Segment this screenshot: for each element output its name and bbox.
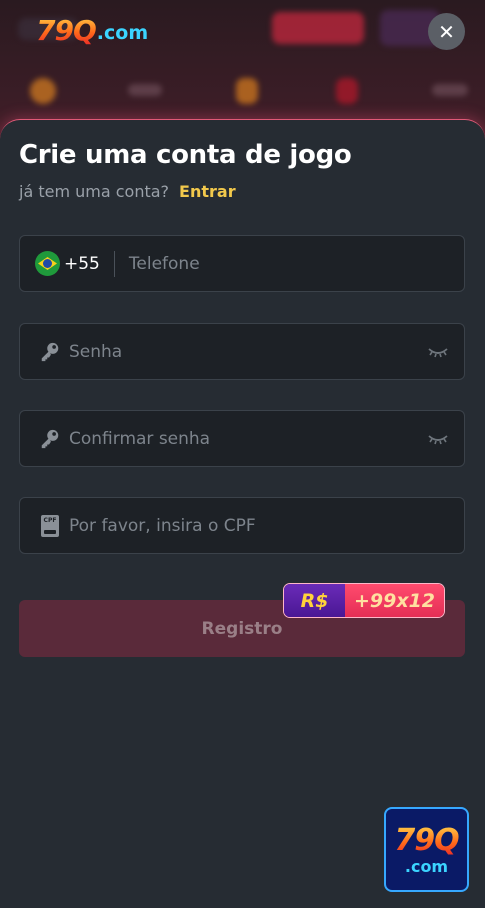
background-icon-blur [128, 84, 162, 96]
confirm-password-placeholder: Confirmar senha [69, 428, 211, 449]
background-icon-blur [30, 78, 56, 104]
close-icon: ✕ [438, 19, 455, 44]
password-field[interactable]: Senha [19, 323, 465, 380]
cpf-field[interactable]: CPF Por favor, insira o CPF [19, 497, 465, 554]
bonus-amount: +99x12 [345, 584, 444, 617]
site-logo: 79Q .com [36, 12, 166, 48]
confirm-password-field[interactable]: Confirmar senha [19, 410, 465, 467]
bonus-badge: R$ +99x12 [283, 583, 445, 618]
id-card-icon: CPF [41, 514, 59, 537]
country-code-selector[interactable]: +55 [20, 236, 100, 291]
close-button[interactable]: ✕ [428, 13, 465, 50]
background-icon-blur [236, 78, 258, 104]
bonus-currency: R$ [284, 584, 345, 617]
eye-closed-icon[interactable] [428, 344, 448, 360]
phone-field[interactable]: +55 Telefone [19, 235, 465, 292]
key-icon [41, 342, 59, 361]
app-download-badge[interactable]: 79Q .com [384, 807, 469, 892]
password-placeholder: Senha [69, 341, 123, 362]
page-title: Crie uma conta de jogo [19, 140, 352, 170]
cpf-placeholder: Por favor, insira o CPF [69, 515, 256, 536]
country-code: +55 [64, 253, 100, 274]
register-sheet: Crie uma conta de jogo já tem uma conta?… [0, 119, 485, 908]
background-icon-blur [432, 84, 468, 96]
eye-closed-icon[interactable] [428, 431, 448, 447]
have-account-text: já tem uma conta? [19, 182, 170, 201]
login-prompt: já tem uma conta? Entrar [19, 182, 236, 201]
logo-text: 79Q [36, 13, 97, 47]
badge-logo-suffix: .com [404, 856, 449, 876]
key-icon [41, 429, 59, 448]
login-link[interactable]: Entrar [179, 182, 236, 201]
badge-logo-text: 79Q [394, 822, 459, 858]
phone-placeholder: Telefone [128, 253, 200, 274]
brazil-flag-icon [35, 251, 60, 276]
background-icon-blur [336, 78, 358, 104]
background-button-blur [272, 12, 364, 44]
divider [113, 250, 115, 277]
logo-suffix: .com [96, 22, 149, 44]
